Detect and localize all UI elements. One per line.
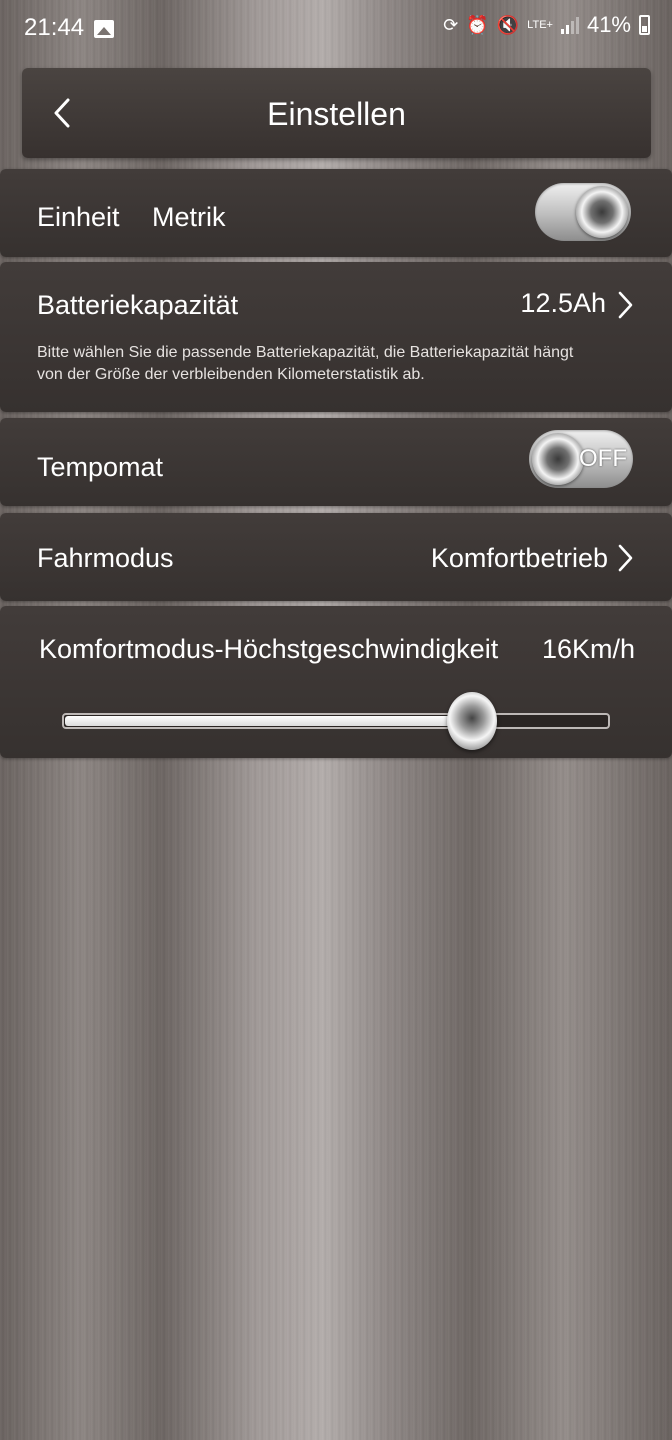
app-header: Einstellen — [22, 68, 651, 158]
network-type: LTE+ — [527, 19, 553, 31]
status-bar: 21:44 ⟳ ⏰ 🔇 LTE+ 41% — [0, 0, 672, 60]
chevron-right-icon — [616, 543, 634, 573]
battery-icon — [639, 15, 650, 35]
unit-toggle[interactable] — [535, 183, 631, 241]
cruise-control-toggle[interactable]: OFF — [529, 430, 633, 488]
battery-capacity-label: Batteriekapazität — [37, 290, 239, 320]
gallery-icon — [94, 20, 114, 38]
toggle-knob — [532, 433, 584, 485]
status-time: 21:44 — [24, 14, 85, 41]
cruise-control-row: Tempomat OFF — [0, 418, 672, 506]
status-icons: ⟳ ⏰ 🔇 LTE+ 41% — [443, 12, 650, 38]
cruise-control-label: Tempomat — [37, 452, 164, 482]
mute-icon: 🔇 — [496, 15, 520, 35]
toggle-state-text: OFF — [579, 445, 627, 472]
driving-mode-row[interactable]: Fahrmodus Komfortbetrieb — [0, 513, 672, 601]
chevron-right-icon — [616, 290, 634, 320]
battery-capacity-row[interactable]: Batteriekapazität 12.5Ah Bitte wählen Si… — [0, 262, 672, 412]
sync-icon: ⟳ — [443, 15, 459, 35]
max-speed-row: Komfortmodus-Höchstgeschwindigkeit 16Km/… — [0, 606, 672, 758]
unit-value: Metrik — [152, 202, 226, 232]
max-speed-label: Komfortmodus-Höchstgeschwindigkeit — [39, 634, 499, 664]
max-speed-value: 16Km/h — [541, 634, 635, 664]
battery-percent: 41% — [586, 12, 631, 37]
slider-fill — [65, 716, 473, 726]
signal-icon — [560, 16, 579, 34]
alarm-icon: ⏰ — [466, 15, 489, 35]
page-title: Einstellen — [267, 96, 406, 132]
toggle-knob — [576, 186, 628, 238]
battery-capacity-hint: Bitte wählen Sie die passende Batterieka… — [37, 344, 574, 383]
slider-thumb[interactable] — [447, 692, 497, 750]
driving-mode-value: Komfortbetrieb — [430, 543, 608, 573]
max-speed-slider[interactable] — [62, 692, 610, 750]
battery-capacity-value: 12.5Ah — [520, 288, 606, 318]
driving-mode-label: Fahrmodus — [37, 543, 174, 573]
unit-row: Einheit Metrik — [0, 169, 672, 257]
unit-label: Einheit — [37, 202, 120, 232]
